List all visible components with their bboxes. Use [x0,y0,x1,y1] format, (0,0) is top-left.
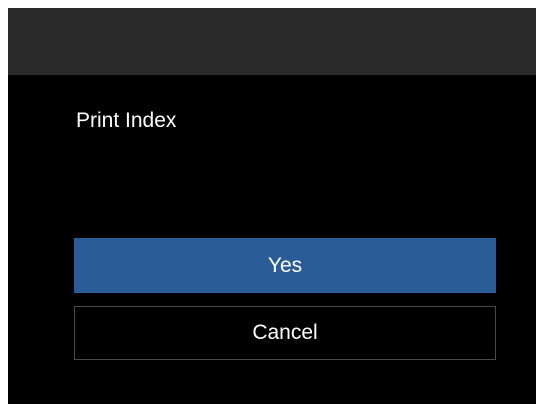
cancel-button-label: Cancel [252,321,318,344]
dialog-title: Print Index [76,109,177,132]
cancel-button[interactable]: Cancel [74,306,496,360]
camera-menu-screen: Print Index Yes Cancel [8,8,536,404]
yes-button[interactable]: Yes [74,238,496,293]
yes-button-label: Yes [267,253,303,277]
menu-title-bar [8,8,536,75]
